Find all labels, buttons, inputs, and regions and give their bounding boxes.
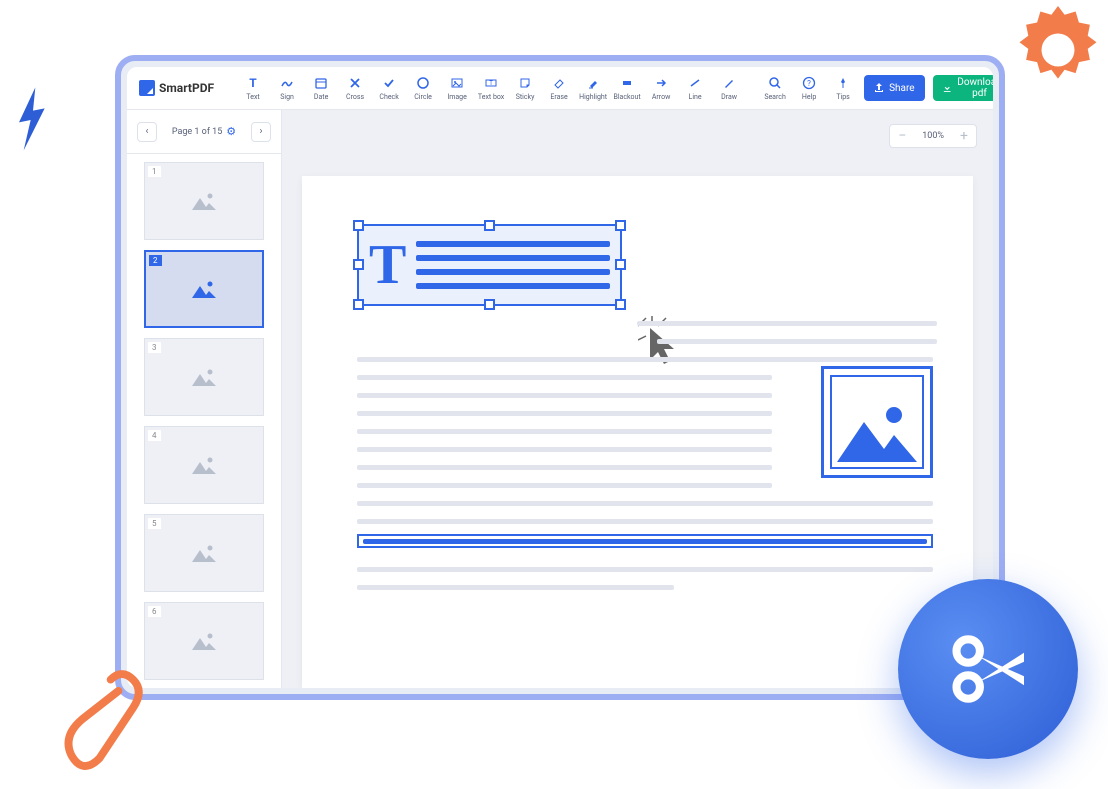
thumbnail-page-4[interactable]: 4 [144,426,264,504]
gear-decoration [1003,0,1108,105]
page-indicator: Page 1 of 15 ⚙ [172,125,236,138]
thumb-number: 3 [148,342,161,353]
svg-text:T: T [489,80,493,87]
tool-tips[interactable]: Tips [826,67,860,109]
resize-handle-nw[interactable] [353,220,364,231]
logo-icon [139,80,155,96]
share-icon [874,83,884,93]
tool-check[interactable]: Check [372,67,406,109]
image-placeholder-icon [190,454,218,476]
tips-icon [836,76,850,90]
thumbnail-page-6[interactable]: 6 [144,602,264,680]
thumb-number: 1 [148,166,161,177]
scissors-icon [943,624,1033,714]
sticky-icon [518,76,532,90]
text-icon: T [246,76,260,90]
page-navigation: ‹ Page 1 of 15 ⚙ › [127,110,281,154]
resize-handle-ne[interactable] [615,220,626,231]
circle-icon [416,76,430,90]
erase-icon [552,76,566,90]
bolt-decoration [8,85,58,155]
thumbnail-page-2[interactable]: 2 [144,250,264,328]
thumbnail-page-3[interactable]: 3 [144,338,264,416]
tool-sticky[interactable]: Sticky [508,67,542,109]
tool-arrow[interactable]: Arrow [644,67,678,109]
image-placeholder-icon [832,397,922,467]
resize-handle-s[interactable] [484,299,495,310]
thumbnail-page-5[interactable]: 5 [144,514,264,592]
resize-handle-e[interactable] [615,259,626,270]
tool-textbox[interactable]: TText box [474,67,508,109]
app-window: SmartPDF TTextSignDateCrossCheckCircleIm… [115,55,1005,700]
arrow-icon [654,76,668,90]
text-box-element[interactable]: T [357,224,622,306]
zoom-in-button[interactable]: + [952,125,976,147]
help-icon: ? [802,76,816,90]
tool-circle[interactable]: Circle [406,67,440,109]
tool-blackout[interactable]: Blackout [610,67,644,109]
canvas-area: − 100% + T [282,110,993,688]
zoom-out-button[interactable]: − [890,125,914,147]
line-icon [688,76,702,90]
image-placeholder-icon [190,366,218,388]
thumbnail-page-1[interactable]: 1 [144,162,264,240]
thumbnail-list: 1 2 3 4 5 6 [127,154,281,688]
resize-handle-sw[interactable] [353,299,364,310]
resize-handle-n[interactable] [484,220,495,231]
download-icon [943,83,951,94]
toolbar: SmartPDF TTextSignDateCrossCheckCircleIm… [127,67,993,110]
tool-help[interactable]: ?Help [792,67,826,109]
sign-icon [280,76,294,90]
date-icon [314,76,328,90]
textbox-glyph: T [369,237,406,293]
thumb-number: 6 [148,606,161,617]
image-placeholder-icon [190,630,218,652]
app-name: SmartPDF [159,81,214,95]
tool-sign[interactable]: Sign [270,67,304,109]
tool-cross[interactable]: Cross [338,67,372,109]
thumb-number: 5 [148,518,161,529]
share-button[interactable]: Share [864,75,924,101]
thumb-number: 2 [149,255,162,266]
check-icon [382,76,396,90]
cross-icon [348,76,362,90]
blackout-icon [620,76,634,90]
tool-line[interactable]: Line [678,67,712,109]
prev-page-button[interactable]: ‹ [137,122,157,142]
search-icon [768,76,782,90]
resize-handle-w[interactable] [353,259,364,270]
app-logo: SmartPDF [135,80,224,96]
thumb-number: 4 [148,430,161,441]
tool-erase[interactable]: Erase [542,67,576,109]
tool-search[interactable]: Search [758,67,792,109]
textbox-icon: T [484,76,498,90]
highlight-bar-element[interactable] [357,534,933,548]
page-settings-icon[interactable]: ⚙ [226,125,236,138]
tool-text[interactable]: TText [236,67,270,109]
image-element[interactable] [821,366,933,478]
resize-handle-se[interactable] [615,299,626,310]
highlight-icon [586,76,600,90]
download-button[interactable]: Download pdf [933,75,993,101]
paperclip-decoration [60,659,150,779]
image-icon [450,76,464,90]
sidebar: ‹ Page 1 of 15 ⚙ › 1 2 3 4 5 6 [127,110,282,688]
tool-image[interactable]: Image [440,67,474,109]
next-page-button[interactable]: › [251,122,271,142]
tool-draw[interactable]: Draw [712,67,746,109]
page-canvas[interactable]: T [302,176,973,688]
tool-date[interactable]: Date [304,67,338,109]
svg-text:T: T [249,76,257,90]
scissors-action-button[interactable] [898,579,1078,759]
image-placeholder-icon [190,190,218,212]
tool-highlight[interactable]: Highlight [576,67,610,109]
image-placeholder-icon [190,278,218,300]
svg-text:?: ? [807,79,811,88]
zoom-control: − 100% + [889,124,977,148]
zoom-value: 100% [914,131,952,141]
image-placeholder-icon [190,542,218,564]
textbox-lines [416,241,610,289]
draw-icon [722,76,736,90]
